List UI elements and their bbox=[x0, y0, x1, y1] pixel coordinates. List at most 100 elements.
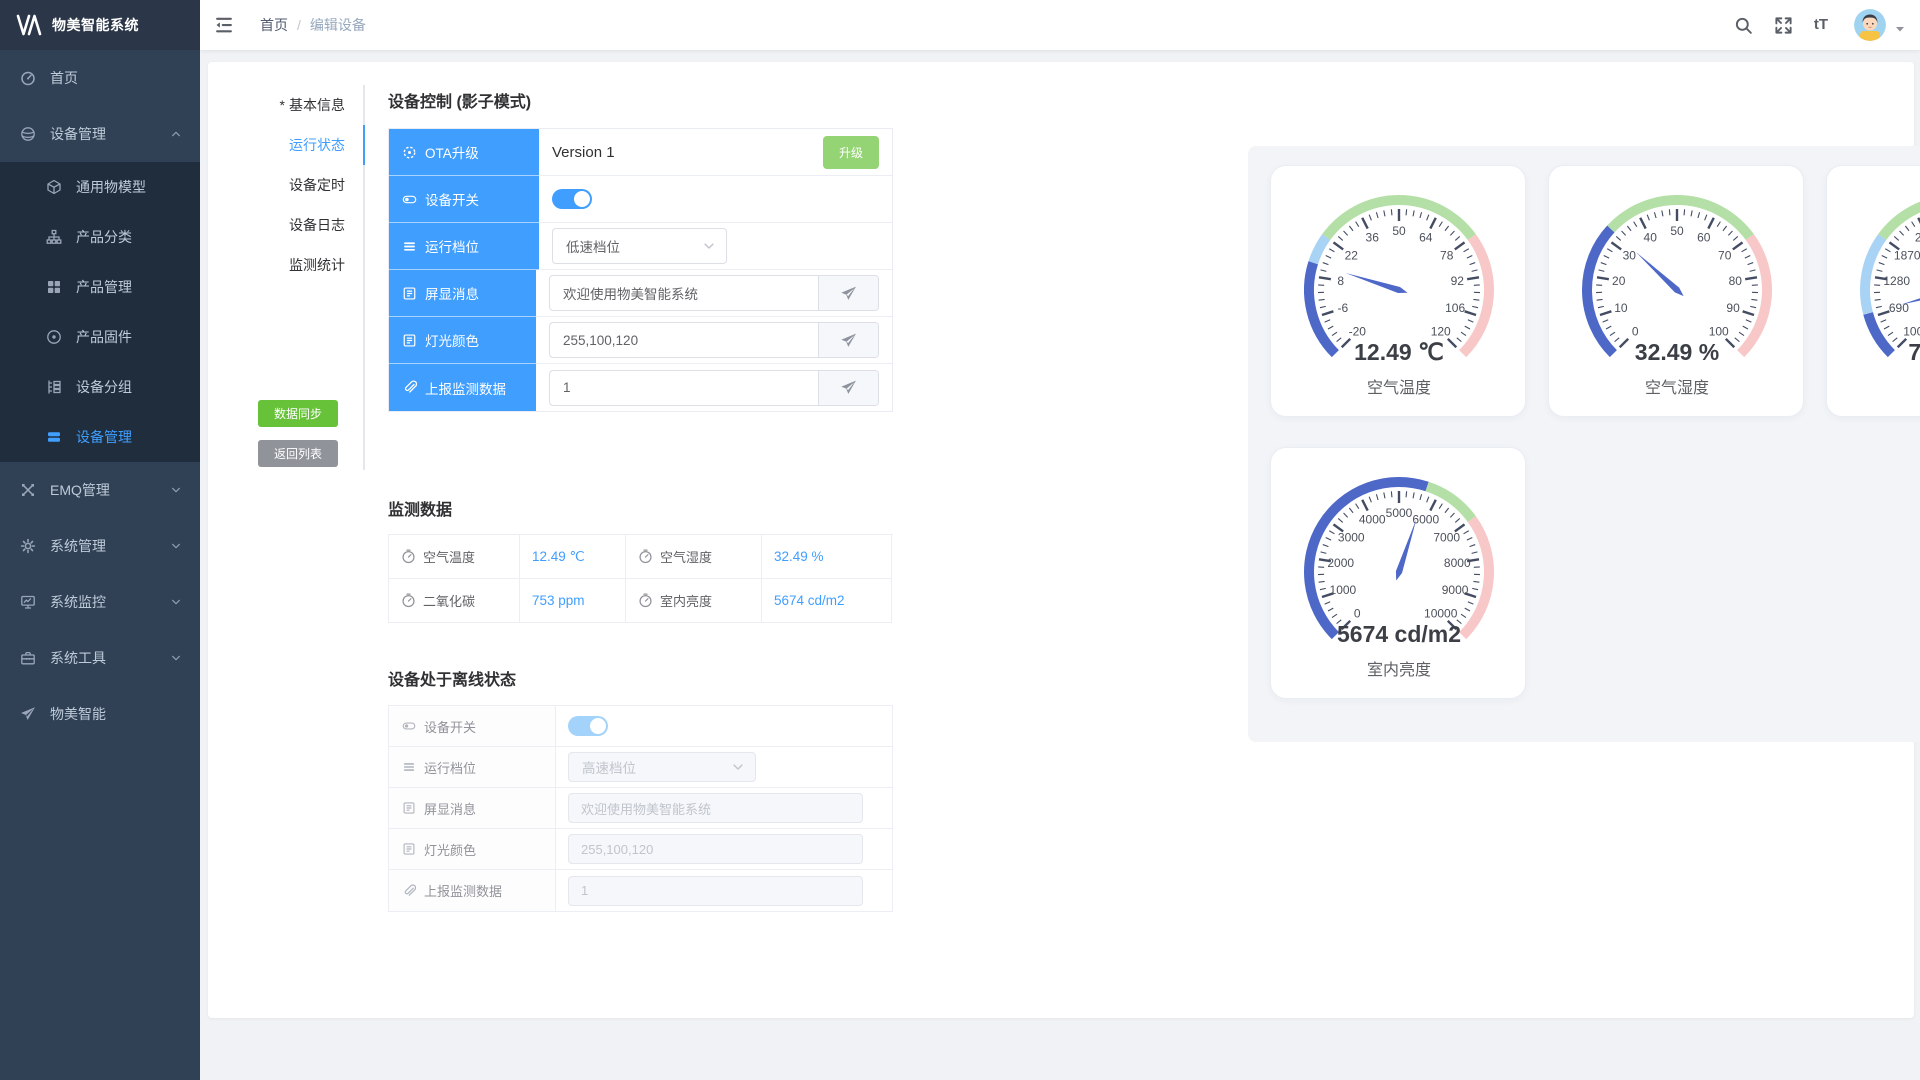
svg-text:20: 20 bbox=[1612, 274, 1626, 288]
sidebar-item[interactable]: 设备管理 bbox=[0, 106, 200, 162]
tab-item[interactable]: *基本信息 bbox=[222, 85, 363, 125]
monitor-label-cell: 空气温度 bbox=[389, 535, 520, 579]
svg-text:32.49 %: 32.49 % bbox=[1635, 339, 1719, 365]
app-logo[interactable]: 物美智能系统 bbox=[0, 0, 200, 50]
offline-row: 运行档位高速档位 bbox=[389, 747, 892, 788]
offline-row-label: 运行档位 bbox=[389, 747, 556, 787]
user-menu[interactable] bbox=[1854, 9, 1906, 41]
offline-row-value bbox=[556, 706, 892, 746]
offline-row-label-text: 灯光颜色 bbox=[424, 840, 476, 859]
monitor-value-cell: 5674 cd/m2 bbox=[762, 579, 892, 623]
sidebar-item-label: 首页 bbox=[50, 68, 182, 88]
send-button[interactable] bbox=[818, 323, 878, 357]
list-icon bbox=[46, 429, 62, 445]
sidebar-subitem-label: 产品固件 bbox=[76, 327, 182, 347]
sidebar-subitem[interactable]: 通用物模型 bbox=[0, 162, 200, 212]
monitor-value-cell: 12.49 ℃ bbox=[520, 535, 626, 579]
grid-icon bbox=[46, 279, 62, 295]
chevron-down-icon bbox=[170, 596, 182, 608]
control-row-label-text: 设备开关 bbox=[425, 189, 479, 209]
sidebar-subitem[interactable]: 产品固件 bbox=[0, 312, 200, 362]
device-switch-toggle[interactable] bbox=[568, 716, 608, 736]
svg-text:106: 106 bbox=[1445, 301, 1465, 315]
search-icon[interactable] bbox=[1734, 15, 1754, 35]
svg-text:22: 22 bbox=[1345, 248, 1359, 262]
run-gear-select[interactable]: 低速档位 bbox=[552, 228, 727, 264]
svg-text:90: 90 bbox=[1726, 301, 1740, 315]
svg-text:5674 cd/m2: 5674 cd/m2 bbox=[1337, 621, 1461, 647]
fontsize-icon[interactable]: tT bbox=[1814, 15, 1828, 35]
control-row-value: 255,100,120 bbox=[536, 317, 892, 364]
svg-text:9000: 9000 bbox=[1442, 583, 1469, 597]
control-row: 设备开关 bbox=[389, 176, 892, 223]
sidebar-fold-icon[interactable] bbox=[214, 15, 234, 35]
gauge-small-icon bbox=[638, 593, 653, 608]
sidebar-item[interactable]: EMQ管理 bbox=[0, 462, 200, 518]
chevron-down-icon bbox=[731, 760, 745, 774]
offline-row: 设备开关 bbox=[389, 706, 892, 747]
data-sync-button[interactable]: 数据同步 bbox=[258, 400, 338, 427]
sitemap-icon bbox=[46, 229, 62, 245]
sidebar-item[interactable]: 系统管理 bbox=[0, 518, 200, 574]
gauge-small-icon bbox=[401, 593, 416, 608]
control-row-label-text: 上报监测数据 bbox=[425, 378, 506, 398]
svg-text:60: 60 bbox=[1697, 230, 1711, 244]
sidebar-item[interactable]: 物美智能 bbox=[0, 686, 200, 742]
tab-item[interactable]: 设备日志 bbox=[222, 205, 363, 245]
gauge-small-icon bbox=[638, 549, 653, 564]
device-control-table: OTA升级Version 1升级设备开关运行档位低速档位屏显消息欢迎使用物美智能… bbox=[388, 128, 893, 412]
svg-text:-6: -6 bbox=[1338, 301, 1349, 315]
avatar[interactable] bbox=[1854, 9, 1886, 41]
text-input[interactable]: 1 bbox=[550, 371, 818, 405]
svg-text:4000: 4000 bbox=[1359, 512, 1386, 526]
content-card: *基本信息运行状态设备定时设备日志监测统计 数据同步 返回列表 设备控制 (影子… bbox=[208, 62, 1914, 1018]
sidebar-subitem[interactable]: 设备分组 bbox=[0, 362, 200, 412]
svg-text:2460: 2460 bbox=[1915, 230, 1920, 244]
run-gear-select[interactable]: 高速档位 bbox=[568, 752, 756, 782]
send-icon bbox=[840, 379, 857, 396]
offline-row-label: 设备开关 bbox=[389, 706, 556, 746]
offline-row-value: 欢迎使用物美智能系统 bbox=[556, 788, 892, 828]
sidebar-subitem[interactable]: 设备管理 bbox=[0, 412, 200, 462]
svg-text:3000: 3000 bbox=[1338, 530, 1365, 544]
offline-row-value: 1 bbox=[556, 870, 892, 911]
input-group: 欢迎使用物美智能系统 bbox=[549, 275, 879, 311]
tab-item[interactable]: 监测统计 bbox=[222, 245, 363, 285]
sidebar-item[interactable]: 系统监控 bbox=[0, 574, 200, 630]
svg-text:100: 100 bbox=[1709, 325, 1729, 339]
fullscreen-icon[interactable] bbox=[1774, 15, 1794, 35]
control-row-value: 1 bbox=[536, 364, 892, 411]
cube-icon bbox=[46, 179, 62, 195]
svg-text:8000: 8000 bbox=[1444, 556, 1471, 570]
tab-item[interactable]: 运行状态 bbox=[222, 125, 363, 165]
breadcrumb-home[interactable]: 首页 bbox=[260, 15, 288, 35]
sidebar-subitem-label: 产品管理 bbox=[76, 277, 182, 297]
offline-row: 上报监测数据1 bbox=[389, 870, 892, 911]
paperclip-icon bbox=[402, 884, 416, 898]
send-button[interactable] bbox=[818, 276, 878, 310]
send-button[interactable] bbox=[818, 371, 878, 405]
offline-title: 设备处于离线状态 bbox=[388, 666, 893, 690]
toggle-knob bbox=[574, 191, 590, 207]
sidebar-menu: 首页设备管理通用物模型产品分类产品管理产品固件设备分组设备管理EMQ管理系统管理… bbox=[0, 50, 200, 742]
sidebar-item[interactable]: 首页 bbox=[0, 50, 200, 106]
group-icon bbox=[46, 379, 62, 395]
tab-item[interactable]: 设备定时 bbox=[222, 165, 363, 205]
paper-plane-icon bbox=[20, 706, 36, 722]
text-input[interactable]: 欢迎使用物美智能系统 bbox=[550, 276, 818, 310]
svg-text:92: 92 bbox=[1451, 274, 1465, 288]
svg-text:空气温度: 空气温度 bbox=[1367, 379, 1431, 397]
control-row: 屏显消息欢迎使用物美智能系统 bbox=[389, 270, 892, 317]
select-value: 低速档位 bbox=[566, 236, 702, 256]
monitor-table: 空气温度12.49 ℃空气湿度32.49 %二氧化碳753 ppm室内亮度567… bbox=[388, 534, 893, 623]
back-to-list-button[interactable]: 返回列表 bbox=[258, 440, 338, 467]
ota-icon bbox=[402, 145, 417, 160]
gauge-card: -20-6822365064789210612012.49 ℃空气温度 bbox=[1270, 165, 1526, 417]
device-switch-toggle[interactable] bbox=[552, 189, 592, 209]
sidebar-subitem[interactable]: 产品管理 bbox=[0, 262, 200, 312]
text-input[interactable]: 255,100,120 bbox=[550, 323, 818, 357]
sidebar-item[interactable]: 系统工具 bbox=[0, 630, 200, 686]
svg-text:0: 0 bbox=[1632, 325, 1639, 339]
upgrade-button[interactable]: 升级 bbox=[823, 136, 879, 169]
sidebar-subitem[interactable]: 产品分类 bbox=[0, 212, 200, 262]
